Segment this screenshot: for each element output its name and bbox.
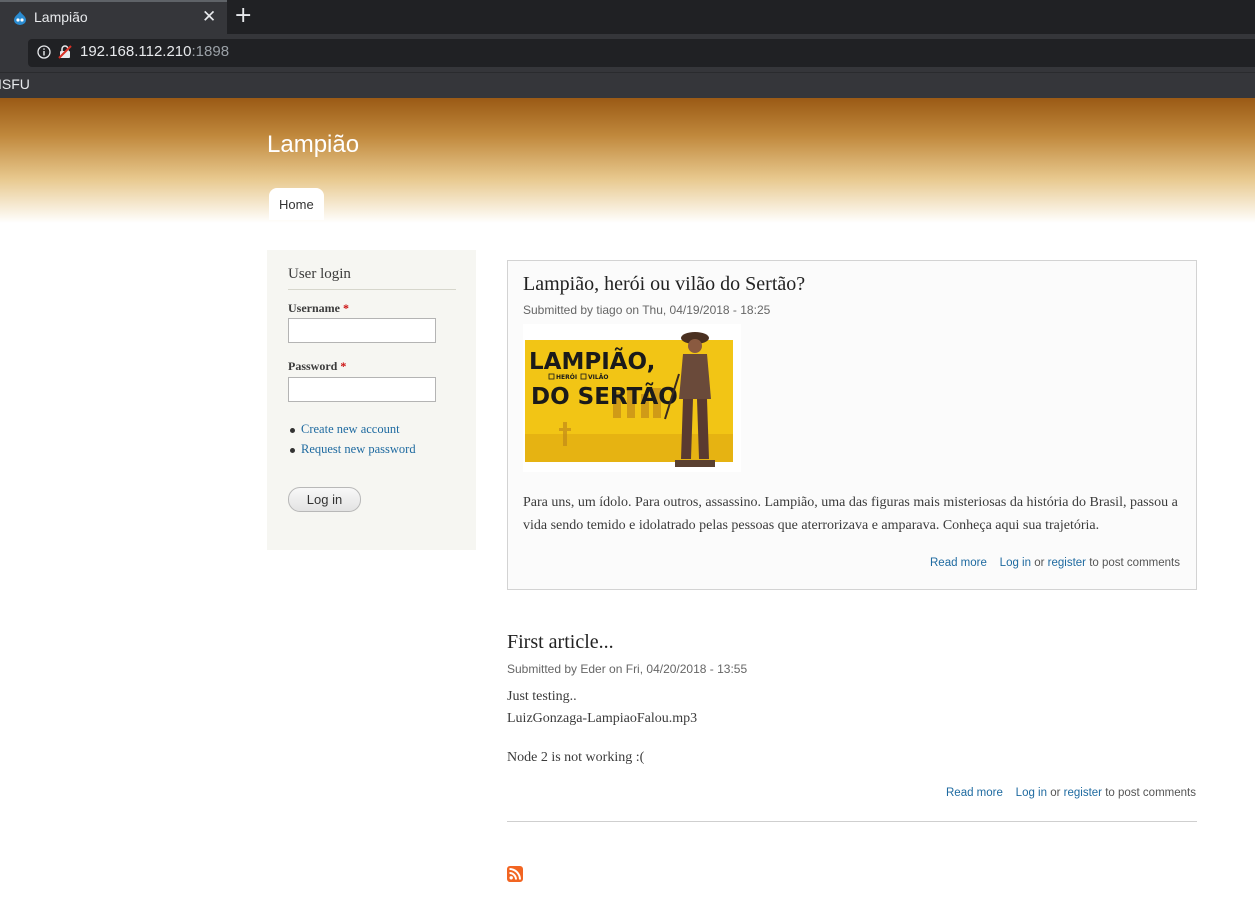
submitted-by: Submitted by Eder on Fri, 04/20/2018 - 1… [507,662,748,676]
svg-text:VILÃO: VILÃO [588,374,608,381]
log-in-link[interactable]: Log in [1000,557,1031,569]
insecure-lock-icon[interactable] [58,45,72,59]
bookmarks-bar: ISFU [0,72,1255,98]
article-title[interactable]: First article... [507,631,614,654]
request-password-link[interactable]: Request new password [301,442,416,457]
article-body: Para uns, um ídolo. Para outros, assassi… [523,495,1178,533]
username-input[interactable] [288,318,436,343]
tab-title: Lampião [34,9,88,25]
bullet-icon [290,448,295,453]
body-line: Node 2 is not working :( [507,750,645,765]
bullet-icon [290,428,295,433]
article-teaser: First article... Submitted by Eder on Fr… [507,618,1197,822]
site-name[interactable]: Lampião [267,131,359,159]
log-in-link[interactable]: Log in [1016,787,1047,799]
or-text: or [1050,787,1061,799]
article-links: Read more Log in or register to post com… [930,557,1180,569]
block-title: User login [288,266,351,282]
log-in-button[interactable]: Log in [288,487,361,512]
body-line: LuizGonzaga-LampiaoFalou.mp3 [507,711,698,726]
article-title[interactable]: Lampião, herói ou vilão do Sertão? [523,273,805,296]
password-label: Password * [288,359,347,373]
article-links: Read more Log in or register to post com… [946,787,1196,799]
svg-text:HERÓI: HERÓI [556,374,577,381]
create-account-link[interactable]: Create new account [301,422,400,437]
article-body: Just testing.. LuizGonzaga-LampiaoFalou.… [507,686,697,769]
web-page: Lampião Home User login Username * Passw… [0,98,1255,902]
site-header: Lampião Home [0,98,1255,223]
url-field[interactable]: 192.168.112.210:1898 [28,39,1255,67]
body-line: Just testing.. [507,689,577,704]
drupal-favicon-icon [14,11,26,25]
address-bar: 192.168.112.210:1898 [0,34,1255,72]
url-text: 192.168.112.210:1898 [80,43,230,60]
register-link[interactable]: register [1048,557,1086,569]
block-divider [288,289,456,290]
register-link[interactable]: register [1064,787,1102,799]
bookmark-item[interactable]: ISFU [0,76,30,92]
submitted-by: Submitted by tiago on Thu, 04/19/2018 - … [523,303,771,317]
rss-feed-icon[interactable] [507,866,523,882]
svg-text:DO SERTÃO: DO SERTÃO [531,382,678,410]
password-input[interactable] [288,377,436,402]
info-icon[interactable] [37,45,51,59]
or-text: or [1034,557,1045,569]
article-image[interactable]: LAMPIÃO, HERÓI VILÃO DO SERTÃO [523,324,741,472]
user-login-block: User login Username * Password * Create … [267,250,476,550]
browser-tab[interactable]: Lampião ✕ [0,0,227,34]
nav-tab-home[interactable]: Home [269,188,324,220]
read-more-link[interactable]: Read more [946,787,1003,799]
read-more-link[interactable]: Read more [930,557,987,569]
post-comments-text: to post comments [1089,557,1180,569]
browser-tab-bar: Lampião ✕ + [0,0,1255,34]
svg-text:LAMPIÃO,: LAMPIÃO, [529,347,655,375]
article-teaser: Lampião, herói ou vilão do Sertão? Submi… [507,260,1197,590]
tab-close-icon[interactable]: ✕ [202,7,216,27]
post-comments-text: to post comments [1105,787,1196,799]
nav-tab-label: Home [279,197,314,212]
username-label: Username * [288,301,349,315]
new-tab-plus-icon[interactable]: + [234,3,252,28]
